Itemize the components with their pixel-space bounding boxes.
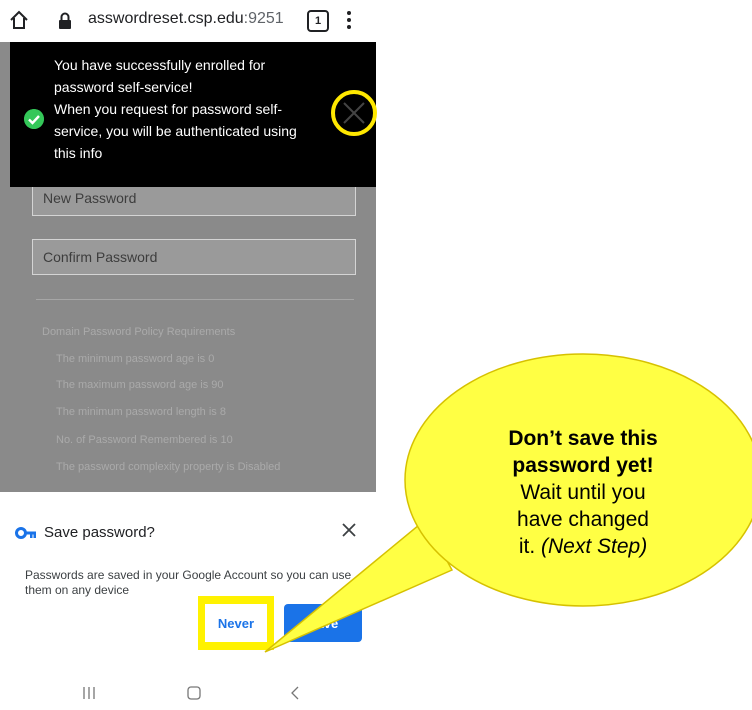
toast-line: When you request for password self- — [54, 101, 282, 117]
url-domain: asswordreset.csp.edu — [88, 10, 244, 27]
callout-line: it. (Next Step) — [448, 533, 718, 560]
lock-icon — [59, 12, 71, 29]
callout-bold-text: Don’t save this — [508, 427, 658, 450]
policy-item: The password complexity property is Disa… — [56, 461, 281, 473]
dialog-title: Save password? — [44, 524, 155, 541]
confirm-password-field[interactable]: Confirm Password — [32, 239, 356, 275]
dialog-description: Passwords are saved in your Google Accou… — [25, 568, 352, 597]
home-icon[interactable] — [8, 9, 30, 31]
back-icon — [291, 686, 299, 700]
key-icon — [15, 527, 36, 539]
save-password-sheet: Save password? Passwords are saved in yo… — [0, 492, 376, 710]
policy-item: The minimum password age is 0 — [56, 353, 215, 365]
callout-line: have changed — [517, 508, 649, 531]
callout-text: Don’t save this password yet! Wait until… — [448, 425, 718, 560]
toast-line: service, you will be authenticated using — [54, 123, 297, 139]
toast-line: this info — [54, 145, 103, 161]
toast-line: password self-service! — [54, 79, 193, 95]
policy-item: No. of Password Remembered is 10 — [56, 434, 233, 446]
toast-line: You have successfully enrolled for — [54, 57, 266, 73]
callout-bold-text: password yet! — [512, 454, 654, 477]
browser-address-bar: asswordreset.csp.edu:9251 1 — [0, 0, 376, 42]
save-button[interactable]: Save — [284, 604, 362, 642]
android-nav-bar — [83, 686, 299, 700]
close-icon[interactable] — [341, 522, 357, 538]
check-circle-icon — [24, 109, 44, 129]
tab-switcher-button[interactable]: 1 — [307, 10, 329, 32]
callout-line: Wait until you — [520, 481, 646, 504]
callout-italic-text: (Next Step) — [540, 535, 648, 558]
more-menu-icon[interactable] — [346, 9, 352, 31]
divider — [36, 299, 354, 300]
never-button[interactable]: Never — [205, 604, 267, 642]
recents-icon — [83, 687, 95, 699]
toast-message: You have successfully enrolled for passw… — [54, 54, 324, 164]
close-icon — [343, 102, 365, 124]
url-port: :9251 — [243, 10, 284, 27]
policy-title: Domain Password Policy Requirements — [42, 326, 236, 338]
url-text[interactable]: asswordreset.csp.edu:9251 — [88, 10, 284, 28]
success-toast: You have successfully enrolled for passw… — [10, 42, 377, 187]
callout-line: Don’t save this — [448, 425, 718, 452]
callout-plain-text: it. — [518, 535, 541, 558]
policy-item: The maximum password age is 90 — [56, 379, 224, 391]
callout-line: password yet! — [448, 452, 718, 479]
home-nav-icon — [187, 686, 201, 700]
policy-item: The minimum password length is 8 — [56, 406, 226, 418]
toast-close-button[interactable] — [331, 90, 377, 136]
